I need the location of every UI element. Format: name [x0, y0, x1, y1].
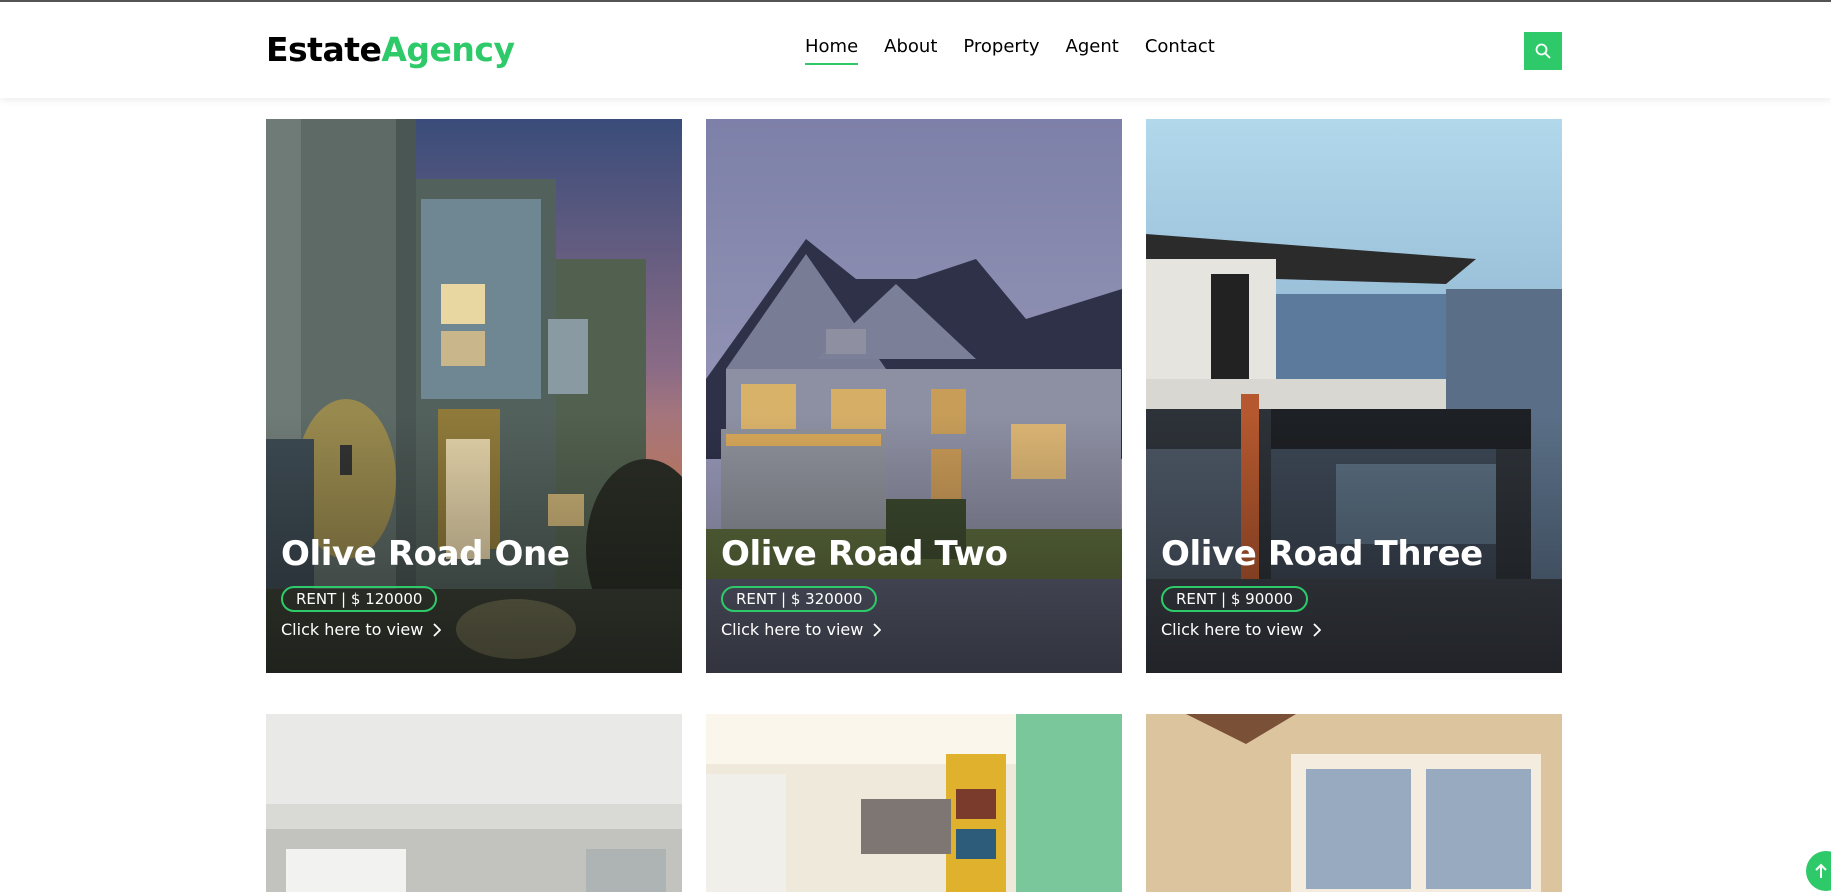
- view-link[interactable]: Click here to view: [281, 620, 570, 639]
- property-title: Olive Road One: [281, 534, 570, 574]
- nav-property[interactable]: Property: [963, 36, 1039, 63]
- back-to-top-button[interactable]: [1806, 851, 1831, 891]
- property-card[interactable]: [266, 714, 682, 892]
- price-badge: RENT | $ 90000: [1161, 586, 1308, 612]
- card-info: Olive Road Three RENT | $ 90000 Click he…: [1161, 534, 1483, 639]
- view-link-label: Click here to view: [1161, 620, 1304, 639]
- property-card[interactable]: Olive Road One RENT | $ 120000 Click her…: [266, 119, 682, 673]
- property-image: [266, 714, 682, 892]
- property-title: Olive Road Two: [721, 534, 1008, 574]
- property-image: [706, 714, 1122, 892]
- brand-part-1: Estate: [266, 30, 382, 69]
- property-image: [1146, 714, 1562, 892]
- card-info: Olive Road Two RENT | $ 320000 Click her…: [721, 534, 1008, 639]
- view-link[interactable]: Click here to view: [1161, 620, 1483, 639]
- property-card[interactable]: [1146, 714, 1562, 892]
- nav-contact[interactable]: Contact: [1145, 36, 1215, 63]
- search-button[interactable]: [1524, 32, 1562, 70]
- price-badge: RENT | $ 120000: [281, 586, 438, 612]
- brand-logo[interactable]: EstateAgency: [266, 30, 515, 69]
- property-title: Olive Road Three: [1161, 534, 1483, 574]
- nav-agent[interactable]: Agent: [1066, 36, 1119, 63]
- chevron-right-icon: [433, 622, 442, 637]
- property-card[interactable]: Olive Road Two RENT | $ 320000 Click her…: [706, 119, 1122, 673]
- view-link-label: Click here to view: [281, 620, 424, 639]
- price-badge: RENT | $ 320000: [721, 586, 878, 612]
- nav-home[interactable]: Home: [805, 36, 859, 65]
- view-link[interactable]: Click here to view: [721, 620, 1008, 639]
- navbar: EstateAgency Home About Property Agent C…: [0, 2, 1831, 98]
- card-info: Olive Road One RENT | $ 120000 Click her…: [281, 534, 570, 639]
- brand-part-2: Agency: [381, 30, 515, 69]
- chevron-right-icon: [1313, 622, 1322, 637]
- search-icon: [1535, 43, 1551, 59]
- property-card[interactable]: Olive Road Three RENT | $ 90000 Click he…: [1146, 119, 1562, 673]
- main-nav: Home About Property Agent Contact: [805, 36, 1215, 65]
- arrow-up-icon: [1815, 863, 1827, 878]
- nav-about[interactable]: About: [884, 36, 937, 63]
- property-card[interactable]: [706, 714, 1122, 892]
- chevron-right-icon: [873, 622, 882, 637]
- view-link-label: Click here to view: [721, 620, 864, 639]
